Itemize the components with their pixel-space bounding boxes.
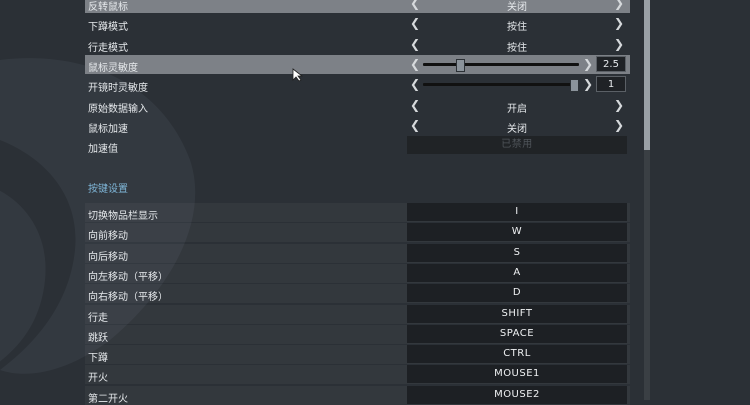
keybind-label: 第二开火 xyxy=(88,393,128,405)
chevron-right-icon[interactable]: ❯ xyxy=(613,37,625,52)
setting-row: 反转鼠标 ❮ 关闭 ❯ xyxy=(85,0,630,13)
keybind-button[interactable]: MOUSE1 xyxy=(407,365,627,384)
keybind-row: 开火 MOUSE1 xyxy=(85,365,630,385)
setting-selector[interactable]: ❮ 按住 ❯ xyxy=(407,35,627,54)
setting-selector[interactable]: ❮ 关闭 ❯ xyxy=(407,116,627,135)
setting-label: 原始数据输入 xyxy=(88,103,148,115)
keybind-row: 向右移动（平移） D xyxy=(85,284,630,304)
keybind-button[interactable]: CTRL xyxy=(407,345,627,364)
chevron-right-icon[interactable]: ❯ xyxy=(613,16,625,31)
setting-row: 行走模式 ❮ 按住 ❯ xyxy=(85,35,630,54)
chevron-right-icon[interactable]: ❯ xyxy=(582,77,594,92)
setting-value: 开启 xyxy=(507,103,527,115)
setting-row: 鼠标加速 ❮ 关闭 ❯ xyxy=(85,116,630,135)
keybind-label: 下蹲 xyxy=(88,353,108,365)
disabled-value: 已禁用 xyxy=(407,136,627,155)
chevron-right-icon[interactable]: ❯ xyxy=(613,0,625,11)
section-title: 按键设置 xyxy=(88,184,128,195)
setting-label: 反转鼠标 xyxy=(88,2,128,13)
setting-label: 开镜时灵敏度 xyxy=(88,83,148,95)
keybind-label: 向左移动（平移） xyxy=(88,271,168,283)
keybind-button[interactable]: W xyxy=(407,223,627,242)
setting-value: 关闭 xyxy=(507,124,527,136)
setting-slider-group: ❮ ❯ 2.5 xyxy=(407,55,627,74)
chevron-left-icon[interactable]: ❮ xyxy=(409,37,421,52)
scrollbar[interactable] xyxy=(644,0,650,400)
chevron-left-icon[interactable]: ❮ xyxy=(409,77,421,92)
keybind-label: 切换物品栏显示 xyxy=(88,211,158,222)
setting-label: 行走模式 xyxy=(88,42,128,54)
keybind-label: 向右移动（平移） xyxy=(88,292,168,304)
setting-row: 下蹲模式 ❮ 按住 ❯ xyxy=(85,14,630,33)
slider-value-input[interactable]: 1 xyxy=(596,76,626,93)
chevron-right-icon[interactable]: ❯ xyxy=(613,118,625,133)
keybind-button[interactable]: D xyxy=(407,284,627,303)
keybind-button[interactable]: SHIFT xyxy=(407,304,627,323)
keybind-row: 切换物品栏显示 I xyxy=(85,203,630,222)
keybind-button[interactable]: I xyxy=(407,203,627,221)
setting-row: 开镜时灵敏度 ❮ ❯ 1 xyxy=(85,75,630,94)
keybind-button[interactable]: SPACE xyxy=(407,324,627,343)
keybind-row: 下蹲 CTRL xyxy=(85,345,630,365)
setting-row: 加速值 已禁用 xyxy=(85,136,630,155)
setting-selector[interactable]: ❮ 开启 ❯ xyxy=(407,96,627,115)
setting-value: 按住 xyxy=(507,22,527,34)
slider-thumb[interactable] xyxy=(570,79,579,93)
chevron-left-icon[interactable]: ❮ xyxy=(409,98,421,113)
setting-label: 下蹲模式 xyxy=(88,22,128,34)
keybind-row: 跳跃 SPACE xyxy=(85,324,630,344)
chevron-left-icon[interactable]: ❮ xyxy=(409,16,421,31)
setting-selector[interactable]: ❮ 按住 ❯ xyxy=(407,14,627,33)
keybind-row: 第二开火 MOUSE2 xyxy=(85,385,630,405)
keybind-row: 向前移动 W xyxy=(85,223,630,243)
mouse-cursor-icon xyxy=(292,68,304,82)
setting-slider-group: ❮ ❯ 1 xyxy=(407,75,627,94)
setting-row: 原始数据输入 ❮ 开启 ❯ xyxy=(85,96,630,115)
setting-label: 鼠标加速 xyxy=(88,124,128,136)
chevron-left-icon[interactable]: ❮ xyxy=(409,0,421,11)
keybind-label: 行走 xyxy=(88,312,108,324)
keybind-label: 开火 xyxy=(88,373,108,385)
setting-row: 鼠标灵敏度 ❮ ❯ 2.5 xyxy=(85,55,630,75)
slider-value-input[interactable]: 2.5 xyxy=(596,56,626,73)
chevron-right-icon[interactable]: ❯ xyxy=(582,57,594,72)
keybind-label: 向前移动 xyxy=(88,231,128,243)
keybind-button[interactable]: A xyxy=(407,263,627,282)
setting-value: 按住 xyxy=(507,42,527,54)
slider-track[interactable] xyxy=(423,79,579,93)
slider-track[interactable] xyxy=(423,59,579,73)
setting-value: 关闭 xyxy=(507,2,527,13)
keybind-row: 向后移动 S xyxy=(85,243,630,263)
setting-label: 鼠标灵敏度 xyxy=(88,63,138,75)
keybind-button[interactable]: MOUSE2 xyxy=(407,385,627,404)
chevron-left-icon[interactable]: ❮ xyxy=(409,57,421,72)
keybind-row: 向左移动（平移） A xyxy=(85,263,630,283)
keybind-button[interactable]: S xyxy=(407,243,627,262)
slider-thumb[interactable] xyxy=(456,59,465,73)
setting-label: 加速值 xyxy=(88,144,118,156)
chevron-left-icon[interactable]: ❮ xyxy=(409,118,421,133)
setting-selector[interactable]: ❮ 关闭 ❯ xyxy=(407,0,627,13)
keybind-label: 跳跃 xyxy=(88,332,108,344)
chevron-right-icon[interactable]: ❯ xyxy=(613,98,625,113)
keybind-row: 行走 SHIFT xyxy=(85,304,630,324)
keybind-label: 向后移动 xyxy=(88,251,128,263)
scrollbar-thumb[interactable] xyxy=(644,0,650,150)
